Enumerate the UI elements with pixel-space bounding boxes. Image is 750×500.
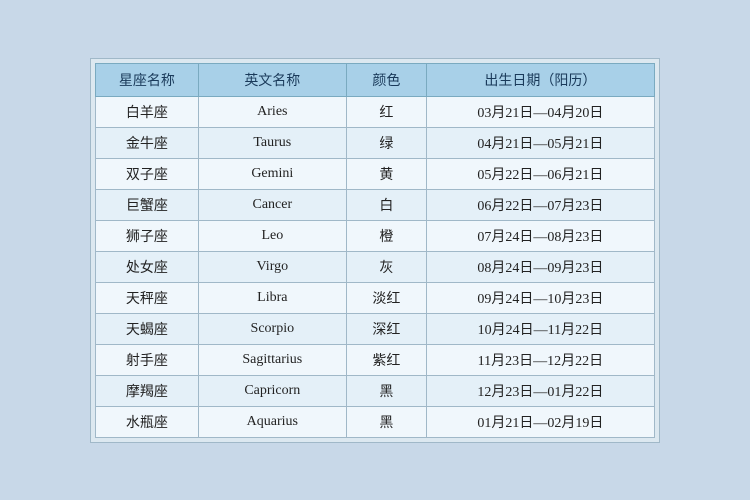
cell-date: 07月24日—08月23日 — [426, 220, 654, 251]
table-row: 白羊座Aries红03月21日—04月20日 — [96, 96, 655, 127]
cell-chinese: 双子座 — [96, 158, 199, 189]
cell-color: 淡红 — [346, 282, 426, 313]
header-color: 颜色 — [346, 63, 426, 96]
cell-date: 06月22日—07月23日 — [426, 189, 654, 220]
cell-english: Aries — [198, 96, 346, 127]
zodiac-table-container: 星座名称 英文名称 颜色 出生日期（阳历） 白羊座Aries红03月21日—04… — [90, 58, 660, 443]
cell-date: 12月23日—01月22日 — [426, 375, 654, 406]
table-row: 天蝎座Scorpio深红10月24日—11月22日 — [96, 313, 655, 344]
cell-english: Leo — [198, 220, 346, 251]
cell-english: Aquarius — [198, 406, 346, 437]
cell-english: Gemini — [198, 158, 346, 189]
cell-english: Libra — [198, 282, 346, 313]
cell-chinese: 天秤座 — [96, 282, 199, 313]
cell-chinese: 天蝎座 — [96, 313, 199, 344]
table-row: 天秤座Libra淡红09月24日—10月23日 — [96, 282, 655, 313]
cell-chinese: 射手座 — [96, 344, 199, 375]
table-row: 处女座Virgo灰08月24日—09月23日 — [96, 251, 655, 282]
table-row: 摩羯座Capricorn黑12月23日—01月22日 — [96, 375, 655, 406]
cell-english: Sagittarius — [198, 344, 346, 375]
cell-chinese: 狮子座 — [96, 220, 199, 251]
table-header-row: 星座名称 英文名称 颜色 出生日期（阳历） — [96, 63, 655, 96]
cell-color: 深红 — [346, 313, 426, 344]
table-body: 白羊座Aries红03月21日—04月20日金牛座Taurus绿04月21日—0… — [96, 96, 655, 437]
cell-english: Capricorn — [198, 375, 346, 406]
table-row: 射手座Sagittarius紫红11月23日—12月22日 — [96, 344, 655, 375]
cell-english: Taurus — [198, 127, 346, 158]
zodiac-table: 星座名称 英文名称 颜色 出生日期（阳历） 白羊座Aries红03月21日—04… — [95, 63, 655, 438]
cell-color: 白 — [346, 189, 426, 220]
cell-color: 黄 — [346, 158, 426, 189]
cell-english: Virgo — [198, 251, 346, 282]
table-row: 狮子座Leo橙07月24日—08月23日 — [96, 220, 655, 251]
cell-color: 紫红 — [346, 344, 426, 375]
table-row: 巨蟹座Cancer白06月22日—07月23日 — [96, 189, 655, 220]
cell-chinese: 金牛座 — [96, 127, 199, 158]
table-row: 金牛座Taurus绿04月21日—05月21日 — [96, 127, 655, 158]
header-english: 英文名称 — [198, 63, 346, 96]
cell-date: 01月21日—02月19日 — [426, 406, 654, 437]
cell-date: 10月24日—11月22日 — [426, 313, 654, 344]
cell-chinese: 白羊座 — [96, 96, 199, 127]
cell-date: 11月23日—12月22日 — [426, 344, 654, 375]
cell-chinese: 巨蟹座 — [96, 189, 199, 220]
cell-color: 黑 — [346, 375, 426, 406]
cell-date: 03月21日—04月20日 — [426, 96, 654, 127]
cell-date: 04月21日—05月21日 — [426, 127, 654, 158]
table-row: 双子座Gemini黄05月22日—06月21日 — [96, 158, 655, 189]
cell-color: 红 — [346, 96, 426, 127]
cell-chinese: 水瓶座 — [96, 406, 199, 437]
cell-color: 灰 — [346, 251, 426, 282]
header-date: 出生日期（阳历） — [426, 63, 654, 96]
table-row: 水瓶座Aquarius黑01月21日—02月19日 — [96, 406, 655, 437]
cell-chinese: 处女座 — [96, 251, 199, 282]
cell-color: 橙 — [346, 220, 426, 251]
cell-color: 绿 — [346, 127, 426, 158]
cell-date: 09月24日—10月23日 — [426, 282, 654, 313]
cell-date: 05月22日—06月21日 — [426, 158, 654, 189]
cell-english: Cancer — [198, 189, 346, 220]
cell-chinese: 摩羯座 — [96, 375, 199, 406]
header-chinese: 星座名称 — [96, 63, 199, 96]
cell-color: 黑 — [346, 406, 426, 437]
cell-date: 08月24日—09月23日 — [426, 251, 654, 282]
cell-english: Scorpio — [198, 313, 346, 344]
